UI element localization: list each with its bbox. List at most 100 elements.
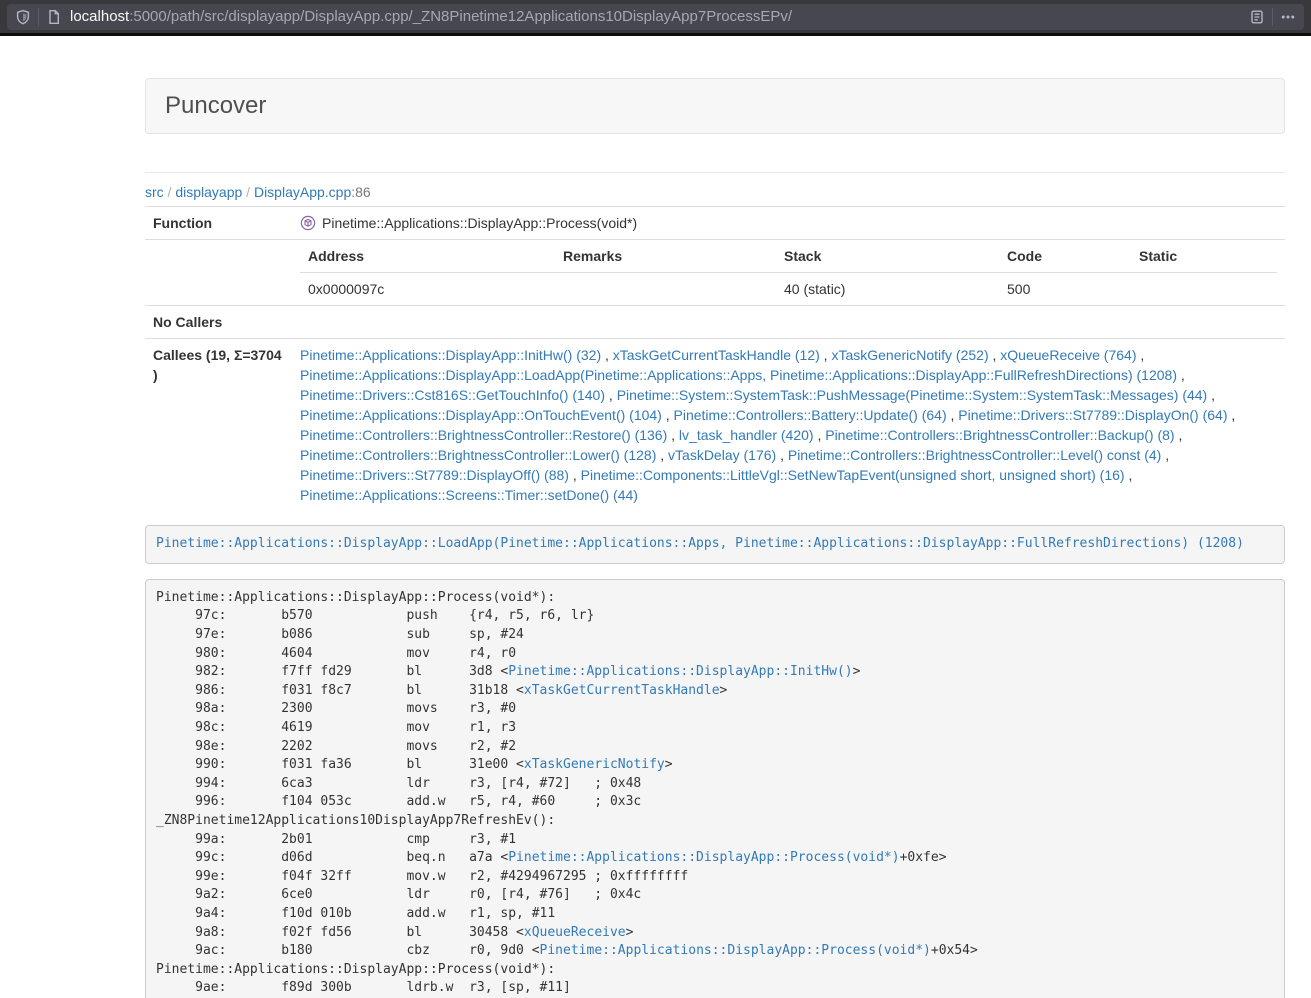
col-header-code: Code (999, 240, 1131, 273)
code-line: 9a8: f02f fd56 bl 30458 <xQueueReceive> (156, 924, 1274, 943)
symbol-link[interactable]: xTaskGenericNotify (524, 757, 665, 772)
code-line: 996: f104 053c add.w r5, r4, #60 ; 0x3c (156, 793, 1274, 812)
callee-link[interactable]: Pinetime::System::SystemTask::PushMessag… (617, 387, 1208, 403)
function-detail-table: Address Remarks Stack Code Static 0x0000… (300, 240, 1277, 305)
overflow-menu-icon[interactable] (1280, 9, 1296, 25)
disassembly-code: Pinetime::Applications::DisplayApp::Proc… (156, 589, 1274, 998)
callee-link[interactable]: Pinetime::Controllers::BrightnessControl… (300, 447, 656, 463)
breadcrumb-link[interactable]: DisplayApp.cpp (254, 184, 351, 200)
reader-mode-icon[interactable] (1249, 9, 1265, 25)
code-line: 98e: 2202 movs r2, #2 (156, 738, 1274, 757)
toolbar-divider (1272, 8, 1273, 26)
code-line: 994: 6ca3 ldr r3, [r4, #72] ; 0x48 (156, 775, 1274, 794)
remarks-value (555, 273, 776, 306)
callee-link[interactable]: xTaskGenericNotify (252) (831, 347, 988, 363)
code-line: 986: f031 f8c7 bl 31b18 <xTaskGetCurrent… (156, 682, 1274, 701)
callee-link[interactable]: Pinetime::Controllers::BrightnessControl… (300, 427, 667, 443)
shield-icon[interactable] (15, 9, 31, 25)
callee-link[interactable]: xQueueReceive (764) (1000, 347, 1136, 363)
callee-link[interactable]: Pinetime::Controllers::BrightnessControl… (788, 447, 1161, 463)
breadcrumb: src / displayapp / DisplayApp.cpp:86 (145, 184, 1285, 200)
browser-toolbar: localhost:5000/path/src/displayapp/Displ… (0, 0, 1311, 33)
table-row: No Callers (145, 306, 1285, 339)
callee-link[interactable]: Pinetime::Drivers::St7789::DisplayOn() (… (958, 407, 1227, 423)
code-line: Pinetime::Applications::DisplayApp::Proc… (156, 589, 1274, 608)
code-line: 97e: b086 sub sp, #24 (156, 626, 1274, 645)
divider-rule (145, 172, 1285, 173)
code-line: 99a: 2b01 cmp r3, #1 (156, 831, 1274, 850)
function-name: Pinetime::Applications::DisplayApp::Proc… (322, 215, 637, 231)
static-value (1131, 273, 1277, 306)
code-line: 9a4: f10d 010b add.w r1, sp, #11 (156, 905, 1274, 924)
function-table: Function Pinetime::Applications::Display… (145, 206, 1285, 511)
disassembly-panel: Pinetime::Applications::DisplayApp::Proc… (145, 579, 1285, 998)
stack-value: 40 (static) (776, 273, 999, 306)
code-line: 98a: 2300 movs r3, #0 (156, 700, 1274, 719)
callee-link[interactable]: Pinetime::Drivers::St7789::DisplayOff() … (300, 467, 569, 483)
page-title-panel: Puncover (145, 78, 1285, 134)
toolbar-divider (38, 8, 39, 26)
code-line: 9ac: b180 cbz r0, 9d0 <Pinetime::Applica… (156, 942, 1274, 961)
symbol-link[interactable]: xQueueReceive (524, 925, 626, 940)
col-header-address: Address (300, 240, 555, 273)
callee-link[interactable]: Pinetime::Applications::DisplayApp::Init… (300, 347, 601, 363)
table-row: 0x0000097c 40 (static) 500 (300, 273, 1277, 306)
function-row-label: Function (145, 207, 292, 240)
code-line: _ZN8Pinetime12Applications10DisplayApp7R… (156, 812, 1274, 831)
symbol-link[interactable]: Pinetime::Applications::DisplayApp::Proc… (508, 850, 899, 865)
browser-window: localhost:5000/path/src/displayapp/Displ… (0, 0, 1311, 998)
callee-link[interactable]: lv_task_handler (420) (679, 427, 814, 443)
page-title: Puncover (165, 92, 1265, 120)
caller-banner-link[interactable]: Pinetime::Applications::DisplayApp::Load… (156, 536, 1244, 551)
toolbar-bottom-strip (0, 33, 1311, 36)
table-header-row: Address Remarks Stack Code Static (300, 240, 1277, 273)
code-line: 98c: 4619 mov r1, r3 (156, 719, 1274, 738)
caller-banner: Pinetime::Applications::DisplayApp::Load… (145, 525, 1285, 564)
code-line: 97c: b570 push {r4, r5, r6, lr} (156, 607, 1274, 626)
code-line: 980: 4604 mov r4, r0 (156, 645, 1274, 664)
col-header-stack: Stack (776, 240, 999, 273)
no-callers-label: No Callers (145, 306, 292, 339)
breadcrumb-link[interactable]: src (145, 184, 164, 200)
symbol-link[interactable]: Pinetime::Applications::DisplayApp::Proc… (540, 943, 931, 958)
code-line: 99c: d06d beq.n a7a <Pinetime::Applicati… (156, 849, 1274, 868)
breadcrumb-link[interactable]: displayapp (175, 184, 242, 200)
callees-label: Callees (19, Σ=3704 ) (145, 339, 292, 512)
address-value: 0x0000097c (300, 273, 555, 306)
code-line: 9ae: f89d 300b ldrb.w r3, [sp, #11] (156, 979, 1274, 998)
table-row: Address Remarks Stack Code Static 0x0000… (145, 240, 1285, 306)
code-line: 982: f7ff fd29 bl 3d8 <Pinetime::Applica… (156, 663, 1274, 682)
url-host: localhost (70, 8, 129, 25)
col-header-static: Static (1131, 240, 1277, 273)
callees-cell: Pinetime::Applications::DisplayApp::Init… (292, 339, 1285, 512)
page-icon[interactable] (46, 9, 62, 25)
callee-link[interactable]: Pinetime::Applications::Screens::Timer::… (300, 487, 638, 503)
code-line: Pinetime::Applications::DisplayApp::Proc… (156, 961, 1274, 980)
col-header-remarks: Remarks (555, 240, 776, 273)
function-name-cell: Pinetime::Applications::DisplayApp::Proc… (292, 207, 1285, 240)
url-text[interactable]: localhost:5000/path/src/displayapp/Displ… (70, 8, 1249, 25)
symbol-link[interactable]: xTaskGetCurrentTaskHandle (524, 683, 720, 698)
url-path: :5000/path/src/displayapp/DisplayApp.cpp… (129, 8, 792, 25)
callee-link[interactable]: Pinetime::Components::LittleVgl::SetNewT… (581, 467, 1125, 483)
table-row: Callees (19, Σ=3704 ) Pinetime::Applicat… (145, 339, 1285, 512)
callee-link[interactable]: vTaskDelay (176) (668, 447, 776, 463)
breadcrumb-separator: / (164, 184, 176, 200)
breadcrumb-separator: / (242, 184, 254, 200)
symbol-cube-icon (300, 215, 316, 231)
callee-link[interactable]: Pinetime::Controllers::BrightnessControl… (825, 427, 1174, 443)
code-line: 9a2: 6ce0 ldr r0, [r4, #76] ; 0x4c (156, 886, 1274, 905)
symbol-link[interactable]: Pinetime::Applications::DisplayApp::Init… (508, 664, 852, 679)
urlbar[interactable]: localhost:5000/path/src/displayapp/Displ… (7, 4, 1304, 30)
callee-link[interactable]: xTaskGetCurrentTaskHandle (12) (613, 347, 820, 363)
callee-link[interactable]: Pinetime::Drivers::Cst816S::GetTouchInfo… (300, 387, 605, 403)
table-row: Function Pinetime::Applications::Display… (145, 207, 1285, 240)
code-line: 99e: f04f 32ff mov.w r2, #4294967295 ; 0… (156, 868, 1274, 887)
callee-link[interactable]: Pinetime::Controllers::Battery::Update()… (674, 407, 947, 423)
page-content: Puncover src / displayapp / DisplayApp.c… (145, 78, 1285, 998)
breadcrumb-line-number: :86 (351, 184, 370, 200)
callee-link[interactable]: Pinetime::Applications::DisplayApp::Load… (300, 367, 1177, 383)
callee-link[interactable]: Pinetime::Applications::DisplayApp::OnTo… (300, 407, 662, 423)
code-value: 500 (999, 273, 1131, 306)
code-line: 990: f031 fa36 bl 31e00 <xTaskGenericNot… (156, 756, 1274, 775)
